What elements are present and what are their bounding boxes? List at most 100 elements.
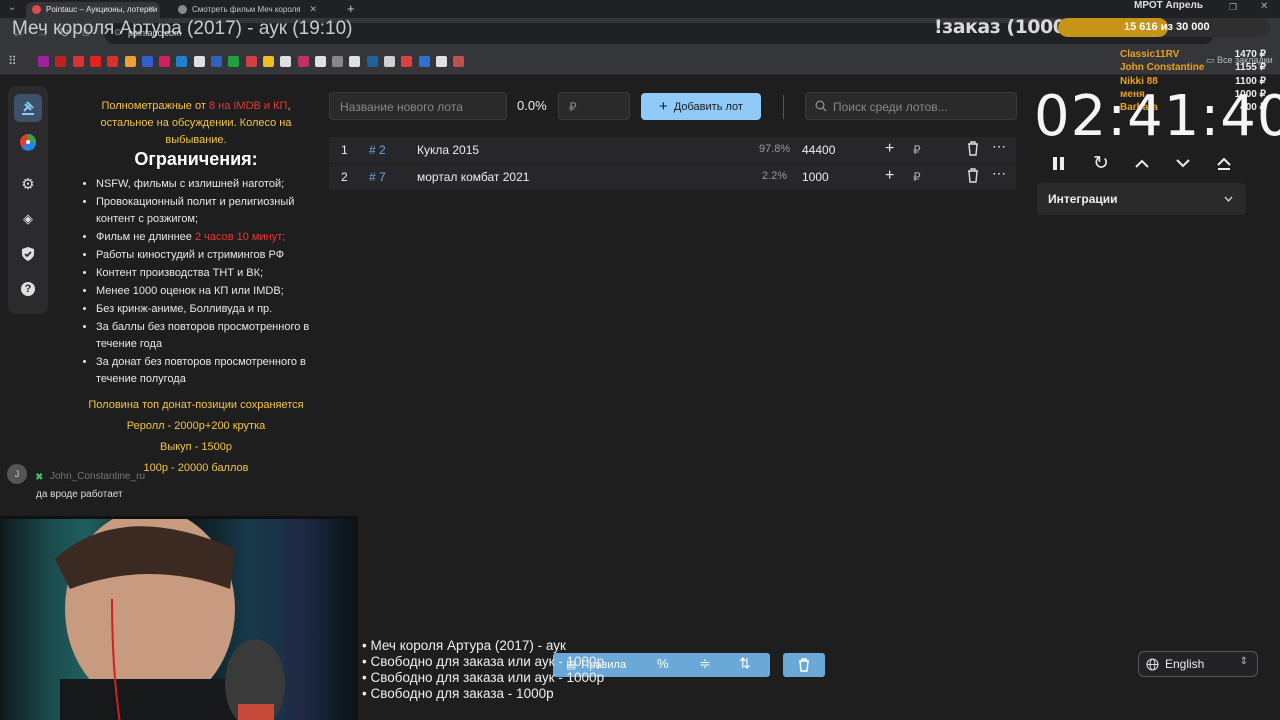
sidebar-item-auction[interactable] [14, 94, 42, 122]
rule-item: Контент производства ТНТ и ВК; [96, 265, 314, 282]
tab-pointauc[interactable]: Pointauc – Аукционы, лотереи ✕ [26, 2, 160, 18]
search-input[interactable]: Поиск среди лотов... [805, 92, 1017, 120]
shield-icon [22, 247, 34, 261]
tab-movie[interactable]: Смотреть фильм Меч короля ✕ [172, 2, 322, 18]
rule-item: Без кринж-аниме, Болливуда и пр. [96, 301, 314, 318]
more-icon[interactable]: ⋯ [992, 165, 1006, 182]
bookmark-icon[interactable] [262, 56, 274, 67]
apps-grid-icon[interactable]: ⠿ [8, 54, 17, 68]
rules-intro: Полнометражные от 8 на IMDB и КП, осталь… [78, 98, 314, 149]
lot-percent: 2.2% [761, 170, 787, 182]
sort-icon[interactable]: ⇅ [739, 655, 751, 672]
bookmark-icon[interactable] [349, 56, 361, 67]
sidebar-item-security[interactable] [14, 240, 42, 268]
bookmark-icon[interactable] [107, 56, 119, 67]
bookmark-icon[interactable] [176, 56, 188, 67]
rules-panel: Полнометражные от 8 на IMDB и КП, осталь… [78, 98, 314, 477]
streamer-figure [55, 519, 285, 720]
bookmark-icon[interactable] [280, 56, 292, 67]
language-select[interactable]: English ⇕ [1138, 651, 1258, 677]
bookmark-icon[interactable] [314, 56, 326, 67]
layers-icon: ◈ [23, 211, 33, 226]
bookmark-icon[interactable] [141, 56, 153, 67]
lot-amount[interactable]: 1000 [802, 170, 829, 184]
lot-id[interactable]: # 2 [369, 143, 386, 157]
more-icon[interactable]: ⋯ [992, 138, 1006, 155]
restore-icon[interactable]: ❐ [1229, 2, 1237, 13]
bookmark-icon[interactable] [38, 56, 49, 67]
bookmark-icon[interactable] [89, 56, 101, 67]
gear-icon: ⚙ [21, 176, 35, 193]
delete-all-icon [799, 658, 809, 672]
sidebar-item-layers[interactable]: ◈ [14, 205, 42, 233]
add-lot-label: Добавить лот [673, 100, 743, 113]
rules-footer-line: Половина топ донат-позиции сохраняется [88, 399, 304, 411]
rule-item: Менее 1000 оценок на КП или IMDB; [96, 283, 314, 300]
queue-line: • Свободно для заказа или аук - 1000р [362, 670, 605, 685]
rule-item: За донат без повторов просмотренного в т… [96, 354, 314, 388]
close-window-icon[interactable]: ✕ [1260, 1, 1268, 12]
bookmark-icon[interactable] [366, 56, 378, 67]
bookmark-icon[interactable] [435, 56, 447, 67]
double-chevron-up-icon [1217, 157, 1231, 170]
pause-button[interactable] [1046, 150, 1072, 176]
close-icon[interactable]: ✕ [147, 4, 155, 15]
add-lot-button[interactable]: + Добавить лот [641, 93, 761, 120]
search-placeholder: Поиск среди лотов... [833, 100, 948, 114]
bookmark-icon[interactable] [159, 56, 171, 67]
integrations-label: Интеграции [1048, 192, 1118, 206]
bookmark-icon[interactable] [332, 56, 344, 67]
bookmark-icon[interactable] [55, 56, 67, 67]
bookmark-icon[interactable] [453, 56, 465, 67]
bookmark-icon[interactable] [401, 56, 413, 67]
add-amount-icon[interactable]: + [885, 167, 894, 185]
increase-time-button[interactable] [1129, 150, 1155, 176]
lot-name[interactable]: мортал комбат 2021 [417, 170, 529, 184]
language-label: English [1165, 657, 1205, 671]
bookmark-icon[interactable] [245, 56, 257, 67]
bookmark-icon[interactable] [72, 56, 84, 67]
bookmark-icon[interactable] [384, 56, 395, 67]
bookmarks-bar: ⠿ ▭ Все закладки [0, 48, 1280, 75]
lot-amount-input[interactable]: ₽ [558, 92, 630, 120]
chat-message: да вроде работает [36, 489, 123, 500]
sidebar-item-settings[interactable]: ⚙ [14, 170, 42, 198]
bookmark-icon[interactable] [211, 56, 222, 67]
chevron-down-icon [1224, 196, 1233, 202]
double-up-button[interactable] [1211, 150, 1237, 176]
decrease-time-button[interactable] [1170, 150, 1196, 176]
split-icon[interactable]: ≑ [699, 655, 711, 672]
lot-name[interactable]: Кукла 2015 [417, 143, 479, 157]
sidebar-item-wheel[interactable] [14, 128, 42, 156]
percent-icon[interactable]: % [657, 656, 669, 671]
sidebar-item-help[interactable]: ? [14, 275, 42, 303]
search-icon [815, 100, 827, 112]
donor-name: John Constantine [1120, 62, 1205, 74]
bookmark-icon[interactable] [418, 56, 430, 67]
tab-list-icon[interactable]: ⌄ [8, 2, 16, 13]
sidebar-nav: ⚙ ◈ ? [8, 86, 48, 314]
close-icon[interactable]: ✕ [309, 4, 317, 15]
reset-timer-button[interactable]: ↻ [1088, 150, 1114, 176]
new-tab-icon[interactable]: + [347, 1, 355, 16]
bookmark-icon[interactable] [297, 56, 309, 67]
bookmark-icon[interactable] [193, 56, 205, 67]
delete-all-button[interactable] [783, 653, 825, 677]
delete-icon[interactable] [966, 168, 980, 186]
lot-name-input[interactable]: Название нового лота [329, 92, 507, 120]
integrations-dropdown[interactable]: Интеграции [1037, 183, 1246, 215]
bookmark-icon[interactable] [228, 56, 240, 67]
lot-row: 2 # 7 мортал комбат 2021 2.2% 1000 + ₽ ⋯ [329, 164, 1016, 190]
goal-text: 15 616 из 30 000 [1124, 21, 1210, 33]
chevron-down-icon [1176, 158, 1190, 167]
add-amount-icon[interactable]: + [885, 140, 894, 158]
donor-amount: 1470 ₽ [1234, 49, 1266, 60]
lot-id[interactable]: # 7 [369, 170, 386, 184]
rule-item: NSFW, фильмы с излишней наготой; [96, 176, 314, 193]
lot-amount[interactable]: 44400 [802, 143, 835, 157]
bookmark-icon[interactable] [124, 56, 136, 67]
rules-footer: Половина топ донат-позиции сохраняется Р… [78, 397, 314, 477]
movie-favicon-icon [178, 5, 187, 14]
wheel-icon [20, 134, 37, 151]
delete-icon[interactable] [966, 141, 980, 159]
